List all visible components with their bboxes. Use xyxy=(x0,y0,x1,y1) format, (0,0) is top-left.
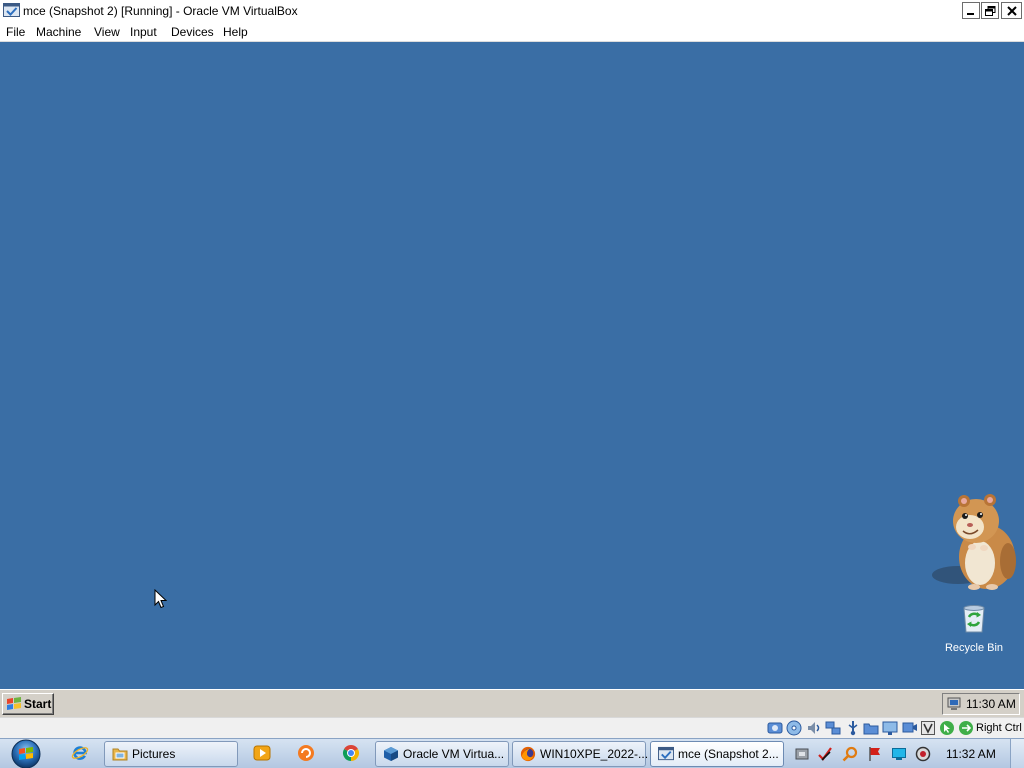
window-title: mce (Snapshot 2) [Running] - Oracle VM V… xyxy=(23,4,298,18)
vbox-status-bar: Right Ctrl xyxy=(0,717,1024,738)
shared-folders-icon[interactable] xyxy=(863,720,879,736)
menu-view[interactable]: View xyxy=(94,25,120,39)
show-desktop-button[interactable] xyxy=(1010,739,1024,768)
orange-app-icon[interactable] xyxy=(297,744,315,762)
menu-input[interactable]: Input xyxy=(130,25,157,39)
explorer-folder-icon xyxy=(112,746,128,762)
menu-devices[interactable]: Devices xyxy=(171,25,214,39)
close-button[interactable] xyxy=(1001,2,1022,19)
display-icon[interactable] xyxy=(882,720,898,736)
usb-icon[interactable] xyxy=(845,720,861,736)
restore-icon xyxy=(984,5,995,16)
action-center-flag-icon[interactable] xyxy=(867,746,883,762)
hamster-character-icon xyxy=(930,487,1020,592)
keyboard-capture-icon[interactable] xyxy=(958,720,974,736)
hard-disk-icon[interactable] xyxy=(767,720,783,736)
windows-flag-icon xyxy=(6,697,22,711)
firefox-icon xyxy=(520,746,536,762)
menu-file[interactable]: File xyxy=(6,25,25,39)
taskbar-button-mce-vm[interactable]: mce (Snapshot 2... xyxy=(650,741,784,767)
desktop-icon-label[interactable]: Recycle Bin xyxy=(939,642,1009,655)
taskbar-button-label: Oracle VM Virtua... xyxy=(403,747,505,761)
minimize-icon xyxy=(967,12,974,15)
network-tray-icon[interactable] xyxy=(946,696,962,712)
host-taskbar: Pictures Oracle VM Virtua... WIN10XPE_20… xyxy=(0,738,1024,768)
virtualbox-vm-icon xyxy=(658,746,674,762)
device-tray-icon[interactable] xyxy=(794,746,810,762)
menu-bar: File Machine View Input Devices Help xyxy=(0,21,1024,42)
mouse-integration-icon[interactable] xyxy=(939,720,955,736)
taskbar-button-virtualbox-manager[interactable]: Oracle VM Virtua... xyxy=(375,741,509,767)
restore-button[interactable] xyxy=(981,2,999,19)
menu-machine[interactable]: Machine xyxy=(36,25,81,39)
pen-tray-icon[interactable] xyxy=(817,746,833,762)
guest-taskbar: Start 11:30 AM xyxy=(0,689,1024,717)
desktop-icon-recycle-bin[interactable]: Recycle Bin xyxy=(939,602,1009,660)
window-title-bar[interactable]: mce (Snapshot 2) [Running] - Oracle VM V… xyxy=(0,0,1024,21)
audio-icon[interactable] xyxy=(806,720,822,736)
minimize-button[interactable] xyxy=(962,2,980,19)
windows-orb-icon[interactable] xyxy=(10,739,42,768)
media-player-icon[interactable] xyxy=(253,744,271,762)
chrome-icon[interactable] xyxy=(342,744,360,762)
close-icon xyxy=(1006,5,1017,16)
optical-drive-icon[interactable] xyxy=(786,720,802,736)
guest-desktop[interactable]: Recycle Bin Start 11:30 AM xyxy=(0,42,1024,717)
virtualbox-icon xyxy=(383,746,399,762)
network-icon[interactable] xyxy=(825,720,841,736)
search-tray-icon[interactable] xyxy=(842,746,858,762)
recording-icon[interactable] xyxy=(902,720,918,736)
taskbar-button-firefox[interactable]: WIN10XPE_2022-... xyxy=(512,741,649,767)
volume-tray-icon[interactable] xyxy=(915,746,931,762)
recycle-bin-icon[interactable] xyxy=(958,602,990,634)
internet-explorer-icon[interactable] xyxy=(71,744,89,762)
host-clock[interactable]: 11:32 AM xyxy=(946,747,996,761)
guest-clock[interactable]: 11:30 AM xyxy=(966,697,1016,711)
taskbar-button-pictures[interactable]: Pictures xyxy=(104,741,238,767)
virtualization-icon[interactable] xyxy=(920,720,936,736)
guest-system-tray: 11:30 AM xyxy=(942,693,1020,715)
taskbar-button-label: mce (Snapshot 2... xyxy=(678,747,779,761)
monitor-tray-icon[interactable] xyxy=(891,746,907,762)
menu-help[interactable]: Help xyxy=(223,25,248,39)
virtualbox-vm-icon[interactable] xyxy=(3,2,20,19)
guest-start-label: Start xyxy=(24,697,52,711)
guest-start-button[interactable]: Start xyxy=(2,693,54,715)
taskbar-button-label: Pictures xyxy=(132,747,176,761)
arrow-cursor-icon xyxy=(154,589,167,609)
host-key-label: Right Ctrl xyxy=(976,722,1022,734)
taskbar-button-label: WIN10XPE_2022-... xyxy=(540,747,649,761)
